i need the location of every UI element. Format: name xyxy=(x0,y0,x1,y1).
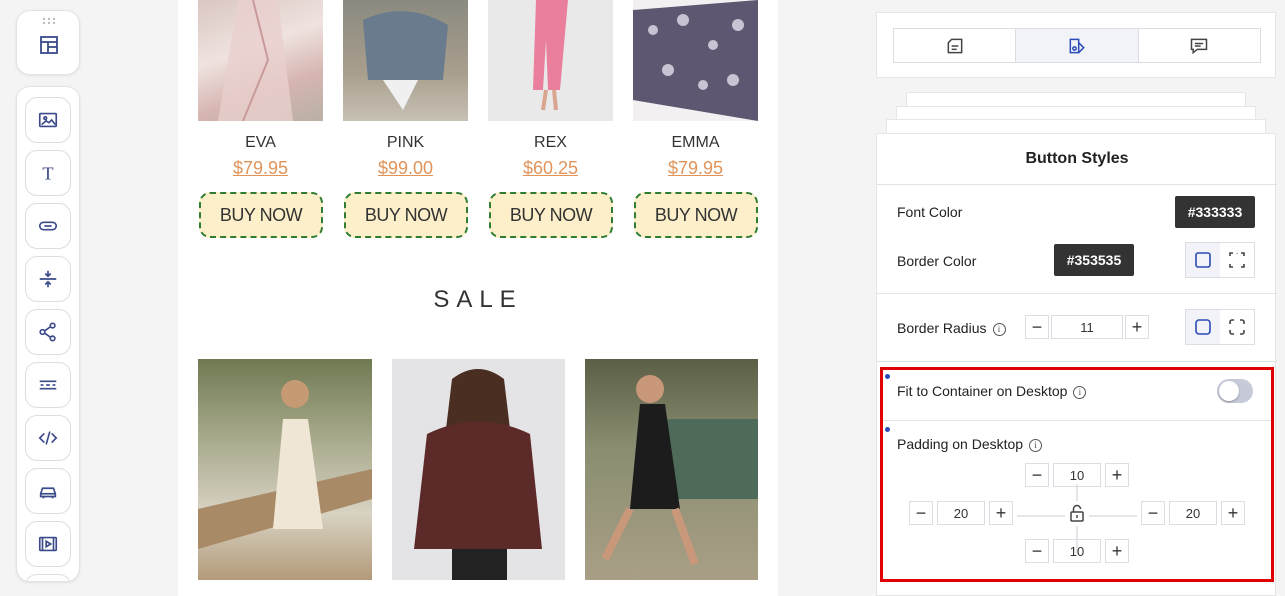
font-color-swatch[interactable]: #333333 xyxy=(1175,196,1255,228)
product-price-link[interactable]: $79.95 xyxy=(198,158,323,179)
image-icon xyxy=(38,112,58,128)
border-radius-stepper: − 11 + xyxy=(1025,315,1149,339)
radius-all-icon xyxy=(1195,319,1211,335)
product-name: REX xyxy=(534,134,567,151)
highlight-box xyxy=(880,367,1274,582)
button-block-button[interactable] xyxy=(25,203,71,249)
product-price-link[interactable]: $60.25 xyxy=(488,158,613,179)
buy-now-button[interactable]: BUY NOW xyxy=(344,192,468,238)
pink-pants-photo xyxy=(533,0,568,111)
border-all-button[interactable] xyxy=(1186,243,1220,277)
border-color-label: Border Color xyxy=(897,253,977,269)
product-name: EMMA xyxy=(671,134,720,151)
divider-icon xyxy=(39,380,57,390)
font-color-label: Font Color xyxy=(897,204,963,220)
burgundy-blouse-photo xyxy=(414,369,542,580)
border-radius-label-text: Border Radius xyxy=(897,320,987,336)
more-block-button[interactable] xyxy=(25,574,71,581)
divider-block-button[interactable] xyxy=(25,362,71,408)
tab-content[interactable] xyxy=(894,29,1017,62)
blouse-photo xyxy=(363,11,448,110)
sale-image-1[interactable] xyxy=(198,359,372,580)
drag-handle-icon[interactable] xyxy=(42,17,56,25)
share-icon xyxy=(39,322,56,342)
border-individual-icon xyxy=(1229,252,1245,268)
tab-style[interactable] xyxy=(1016,29,1139,62)
border-radius-label: Border Radius i xyxy=(897,320,1006,336)
buy-now-button[interactable]: BUY NOW xyxy=(199,192,323,238)
border-color-swatch[interactable]: #353535 xyxy=(1054,244,1134,276)
panel-title: Button Styles xyxy=(877,134,1277,185)
content-icon xyxy=(947,38,963,53)
radius-style-toggle xyxy=(1185,309,1255,345)
email-canvas: EVA PINK REX EMMA $79.95 $99.00 $60.25 $… xyxy=(178,0,778,596)
product-image-emma[interactable] xyxy=(633,0,758,121)
spacer-block-button[interactable] xyxy=(25,256,71,302)
radius-all-button[interactable] xyxy=(1186,310,1220,344)
tab-comments[interactable] xyxy=(1139,29,1260,62)
spacer-icon xyxy=(39,270,57,288)
sale-heading: SALE xyxy=(433,286,523,313)
style-icon xyxy=(1069,38,1085,53)
html-block-button[interactable] xyxy=(25,415,71,461)
decrement-button[interactable]: − xyxy=(1025,315,1049,339)
social-block-button[interactable] xyxy=(25,309,71,355)
panel-tabs-container xyxy=(876,12,1276,78)
product-price-link[interactable]: $99.00 xyxy=(343,158,468,179)
product-name: EVA xyxy=(245,134,276,151)
product-icon xyxy=(39,487,57,499)
product-block-button[interactable] xyxy=(25,468,71,514)
layout-button[interactable] xyxy=(37,33,61,57)
increment-button[interactable]: + xyxy=(1125,315,1149,339)
layout-panel xyxy=(16,10,80,75)
product-image-pink[interactable] xyxy=(343,0,468,121)
buy-now-button[interactable]: BUY NOW xyxy=(634,192,758,238)
button-icon xyxy=(38,221,58,231)
radius-individual-button[interactable] xyxy=(1220,310,1254,344)
floral-top-photo xyxy=(633,0,758,121)
product-name: PINK xyxy=(386,134,425,151)
product-image-eva[interactable] xyxy=(198,0,323,121)
content-blocks-toolbar: T xyxy=(16,86,80,582)
text-block-button[interactable]: T xyxy=(25,150,71,196)
layout-icon xyxy=(40,36,58,54)
dress-photo xyxy=(218,0,293,121)
svg-text:T: T xyxy=(42,163,53,183)
border-style-toggle xyxy=(1185,242,1255,278)
sale-image-3[interactable] xyxy=(585,359,758,580)
radius-individual-icon xyxy=(1229,319,1245,335)
black-dress-photo xyxy=(601,375,758,566)
buy-now-button[interactable]: BUY NOW xyxy=(489,192,613,238)
comment-icon xyxy=(1191,38,1208,54)
divider xyxy=(877,361,1277,362)
info-icon[interactable]: i xyxy=(992,323,1006,336)
border-radius-input[interactable]: 11 xyxy=(1051,315,1123,339)
code-icon xyxy=(38,431,58,445)
product-image-rex[interactable] xyxy=(488,0,613,121)
border-all-icon xyxy=(1195,252,1211,268)
text-icon: T xyxy=(42,163,53,183)
image-block-button[interactable] xyxy=(25,97,71,143)
video-block-button[interactable] xyxy=(25,521,71,567)
product-price-link[interactable]: $79.95 xyxy=(633,158,758,179)
white-dress-photo xyxy=(198,380,372,549)
panel-tabs xyxy=(893,28,1261,63)
sale-image-2[interactable] xyxy=(392,359,565,580)
border-individual-button[interactable] xyxy=(1220,243,1254,277)
divider xyxy=(877,293,1277,294)
video-icon xyxy=(38,536,58,552)
